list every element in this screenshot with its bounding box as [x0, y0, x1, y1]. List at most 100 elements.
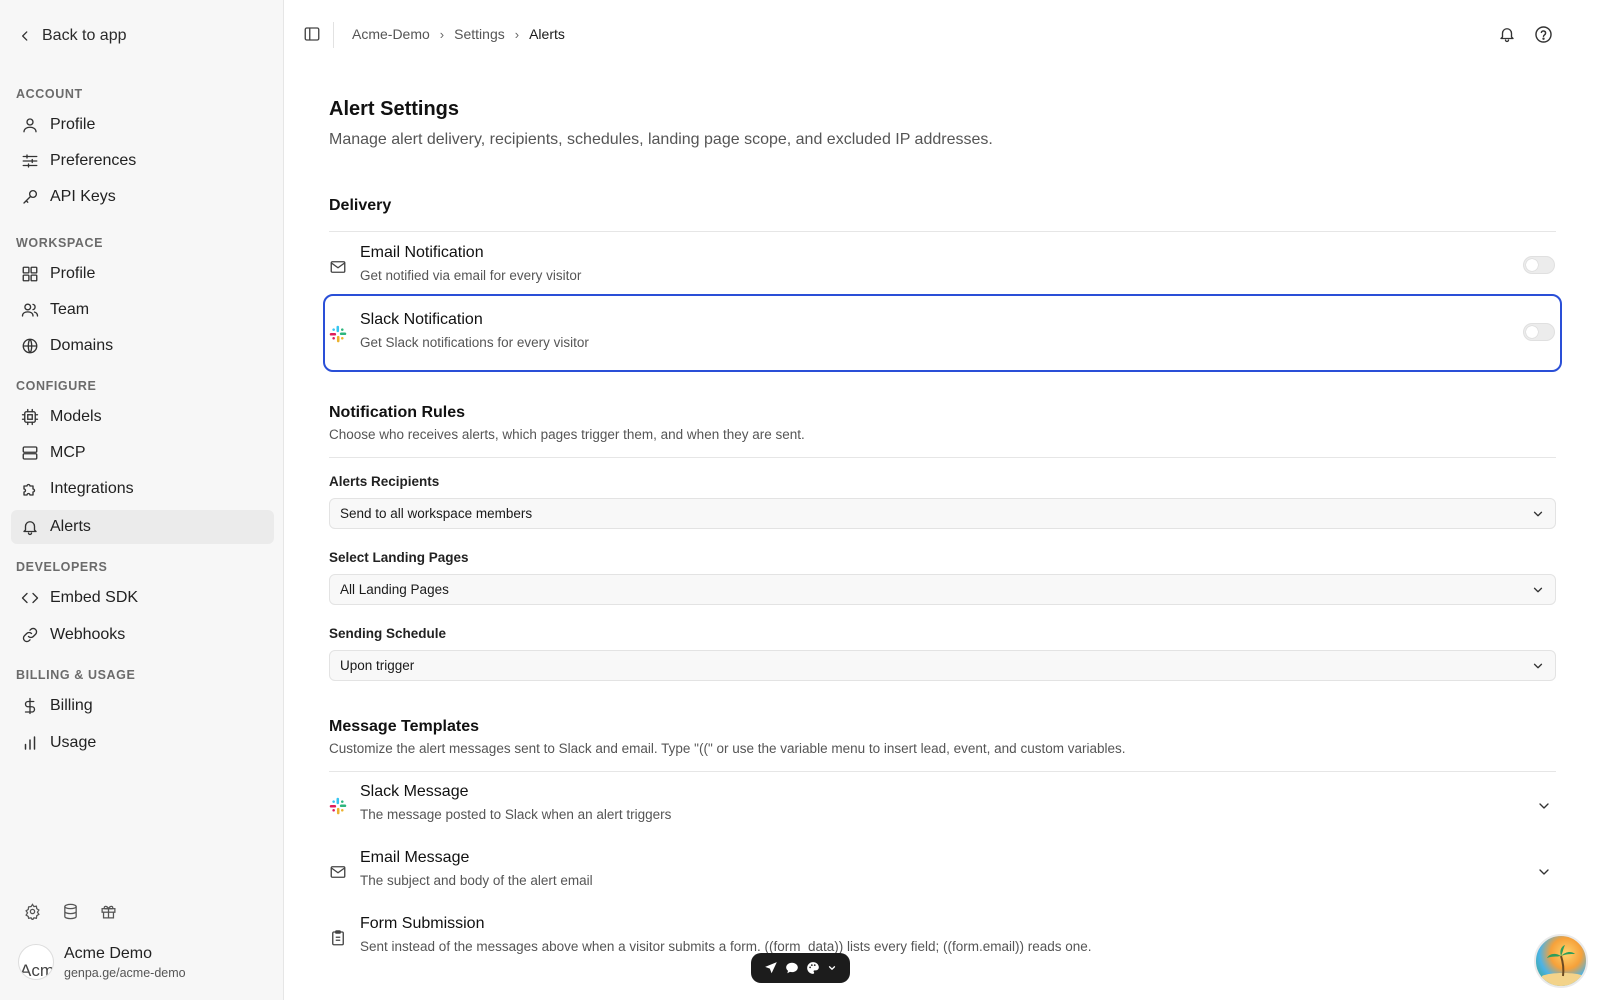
- floating-toolbar: [751, 953, 850, 983]
- chevron-down-icon: [1531, 507, 1545, 521]
- code-icon: [20, 588, 40, 608]
- sending-schedule-select[interactable]: Upon trigger: [329, 650, 1556, 681]
- section-label-developers: DEVELOPERS: [16, 560, 108, 574]
- gear-icon[interactable]: [22, 901, 42, 921]
- key-icon: [20, 187, 40, 207]
- sidebar-item-label: MCP: [50, 444, 86, 461]
- breadcrumb: Acme-Demo › Settings › Alerts: [352, 26, 565, 42]
- chevron-down-icon[interactable]: [1536, 798, 1552, 814]
- email-message-desc: The subject and body of the alert email: [360, 873, 593, 888]
- select-value: Upon trigger: [340, 658, 415, 673]
- slack-notification-row: Slack Notification Get Slack notificatio…: [329, 302, 1556, 364]
- sidebar-item-team[interactable]: Team: [11, 293, 274, 327]
- divider: [329, 231, 1556, 232]
- sidebar-item-models[interactable]: Models: [11, 400, 274, 434]
- sliders-icon: [20, 151, 40, 171]
- chevron-down-icon[interactable]: [827, 963, 837, 973]
- email-notification-toggle[interactable]: [1523, 256, 1555, 274]
- sidebar: Back to app ACCOUNT Profile Preferences …: [0, 0, 284, 1000]
- sidebar-item-label: API Keys: [50, 188, 116, 205]
- sidebar-item-billing[interactable]: Billing: [11, 689, 274, 723]
- sidebar-item-integrations[interactable]: Integrations: [11, 472, 274, 506]
- avatar: Acm: [18, 944, 54, 980]
- help-icon[interactable]: [1534, 25, 1554, 45]
- select-value: All Landing Pages: [340, 582, 449, 597]
- divider: [329, 457, 1556, 458]
- landing-pages-label: Select Landing Pages: [329, 550, 469, 565]
- server-icon: [20, 443, 40, 463]
- sidebar-item-label: Domains: [50, 337, 114, 354]
- cpu-icon: [20, 407, 40, 427]
- email-notification-row: Email Notification Get notified via emai…: [329, 235, 1556, 297]
- database-icon[interactable]: [60, 901, 80, 921]
- slack-message-desc: The message posted to Slack when an aler…: [360, 807, 672, 822]
- bell-icon: [20, 517, 40, 537]
- page-title: Alert Settings: [329, 98, 460, 120]
- sidebar-item-label: Team: [50, 301, 90, 318]
- select-value: Send to all workspace members: [340, 506, 533, 521]
- slack-message-title: Slack Message: [360, 783, 469, 800]
- sidebar-item-domains[interactable]: Domains: [11, 329, 274, 363]
- divider: [329, 771, 1556, 772]
- slack-icon: [329, 325, 347, 343]
- landing-pages-select[interactable]: All Landing Pages: [329, 574, 1556, 605]
- user-icon: [20, 115, 40, 135]
- sidebar-item-api-keys[interactable]: API Keys: [11, 180, 274, 214]
- sending-schedule-label: Sending Schedule: [329, 626, 447, 641]
- sidebar-item-label: Billing: [50, 697, 93, 714]
- toggle-knob: [1526, 326, 1538, 338]
- email-notification-title: Email Notification: [360, 244, 484, 261]
- island-icon: [1542, 945, 1584, 986]
- email-message-row[interactable]: Email Message The subject and body of th…: [329, 840, 1556, 902]
- comment-icon[interactable]: [785, 961, 799, 975]
- notifications-bell-icon[interactable]: [1498, 25, 1518, 45]
- clipboard-icon: [329, 929, 347, 947]
- sidebar-item-mcp[interactable]: MCP: [11, 436, 274, 470]
- slack-message-row[interactable]: Slack Message The message posted to Slac…: [329, 774, 1556, 836]
- sidebar-item-account-profile[interactable]: Profile: [11, 108, 274, 142]
- globe-icon: [20, 336, 40, 356]
- slack-icon: [329, 797, 347, 815]
- users-icon: [20, 300, 40, 320]
- bar-chart-icon: [20, 733, 40, 753]
- sidebar-item-preferences[interactable]: Preferences: [11, 144, 274, 178]
- notification-rules-desc: Choose who receives alerts, which pages …: [329, 427, 805, 442]
- slack-notification-title: Slack Notification: [360, 311, 483, 328]
- delivery-heading: Delivery: [329, 197, 392, 214]
- sidebar-item-label: Embed SDK: [50, 589, 139, 606]
- breadcrumb-item-settings[interactable]: Settings: [454, 26, 505, 42]
- section-label-billing: BILLING & USAGE: [16, 668, 136, 682]
- sidebar-footer-icons: [22, 901, 118, 921]
- chevron-right-icon: ›: [514, 26, 520, 42]
- toggle-knob: [1526, 259, 1538, 271]
- sidebar-item-usage[interactable]: Usage: [11, 726, 274, 760]
- sidebar-item-label: Models: [50, 408, 102, 425]
- form-submission-row[interactable]: Form Submission Sent instead of the mess…: [329, 906, 1556, 968]
- section-label-configure: CONFIGURE: [16, 379, 97, 393]
- sidebar-item-webhooks[interactable]: Webhooks: [11, 618, 274, 652]
- sidebar-item-workspace-profile[interactable]: Profile: [11, 257, 274, 291]
- sidebar-toggle-icon[interactable]: [303, 25, 323, 45]
- send-icon[interactable]: [764, 961, 778, 975]
- sidebar-item-label: Profile: [50, 116, 96, 133]
- back-to-app-link[interactable]: Back to app: [18, 24, 127, 48]
- chevron-down-icon[interactable]: [1536, 864, 1552, 880]
- mail-icon: [329, 258, 347, 276]
- sidebar-item-alerts[interactable]: Alerts: [11, 510, 274, 544]
- breadcrumb-item-current: Alerts: [529, 26, 565, 42]
- palette-icon[interactable]: [806, 961, 820, 975]
- sidebar-item-embed-sdk[interactable]: Embed SDK: [11, 581, 274, 615]
- user-account-menu[interactable]: Acm Acme Demo genpa.ge/acme-demo: [18, 944, 186, 980]
- user-name: Acme Demo: [64, 944, 153, 962]
- chevron-down-icon: [1531, 659, 1545, 673]
- user-handle: genpa.ge/acme-demo: [64, 965, 186, 980]
- message-templates-desc: Customize the alert messages sent to Sla…: [329, 741, 1126, 756]
- topbar: Acme-Demo › Settings › Alerts: [285, 0, 1600, 70]
- assistant-launcher-button[interactable]: [1534, 934, 1588, 988]
- topbar-actions: [1498, 25, 1554, 45]
- dollar-icon: [20, 696, 40, 716]
- breadcrumb-item-workspace[interactable]: Acme-Demo: [352, 26, 430, 42]
- alerts-recipients-select[interactable]: Send to all workspace members: [329, 498, 1556, 529]
- slack-notification-toggle[interactable]: [1523, 323, 1555, 341]
- gift-icon[interactable]: [98, 901, 118, 921]
